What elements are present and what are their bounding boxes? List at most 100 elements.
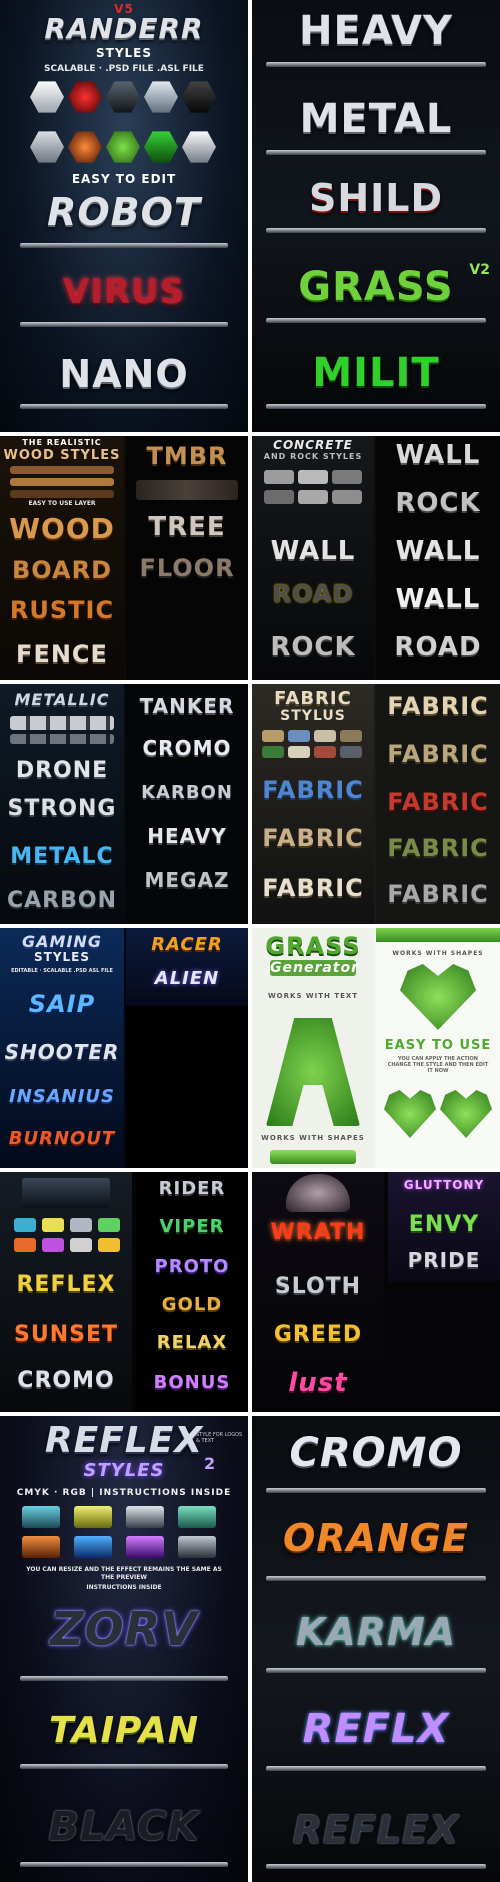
grass-right-column: WORKS WITH SHAPES EASY TO USE YOU CAN AP… xyxy=(376,928,500,1168)
wood-swatch-2 xyxy=(10,478,114,486)
reflex-big-swatch-1 xyxy=(22,1506,60,1528)
hex-style-green xyxy=(144,131,178,163)
metallic-swatch-row-2 xyxy=(10,734,114,744)
sins-right-column: GLUTTONY ENVY PRIDE xyxy=(388,1172,500,1282)
robot-ledge xyxy=(20,243,228,248)
grass-left-column: GRASS Generator WORKS WITH TEXT WORKS WI… xyxy=(252,928,374,1168)
metallic-style-megaz: MEGAZ xyxy=(144,868,230,892)
grass-heart-small-1 xyxy=(384,1090,436,1138)
concrete-style-wall-3: WALL xyxy=(395,536,481,566)
gaming-style-burnout: BURNOUT xyxy=(8,1128,116,1149)
shild-style: SHILD xyxy=(308,176,444,220)
concrete-title-line1: CONCRETE xyxy=(273,438,353,452)
fabric-title-line1: FABRIC xyxy=(274,688,352,709)
gaming-style-insanius: INSANIUS xyxy=(9,1086,115,1107)
cromo-big-style-reflex: REFLEX xyxy=(292,1808,460,1852)
wood-style-rustic: RUSTIC xyxy=(9,596,115,624)
reflex-big-swatch-5 xyxy=(22,1536,60,1558)
sins-portrait xyxy=(286,1174,350,1212)
reflex-big-instructions-2: INSTRUCTIONS INSIDE xyxy=(86,1584,162,1591)
wood-style-fence: FENCE xyxy=(16,640,108,668)
cromo-big-ledge-3 xyxy=(266,1668,486,1673)
reflex-small-style-viper: VIPER xyxy=(159,1216,225,1237)
reflex-big-swatch-8 xyxy=(178,1536,216,1558)
fabric-style-camo: FABRIC xyxy=(387,834,489,862)
concrete-style-rock-2: ROCK xyxy=(395,488,481,518)
wood-left-column: THE REALISTIC WOOD STYLES EASY TO USE LA… xyxy=(0,436,124,680)
randerr-preview: V5 RANDERR STYLES SCALABLE · .PSD FILE .… xyxy=(0,0,248,432)
reflex-big-swatch-4 xyxy=(178,1506,216,1528)
concrete-style-road-2: ROAD xyxy=(394,632,482,662)
hex-style-outline xyxy=(30,131,64,163)
reflex-small-swatch-6 xyxy=(42,1238,64,1252)
gaming-title-line2: STYLES xyxy=(33,950,90,964)
sins-style-envy: ENVY xyxy=(408,1212,480,1237)
wood-style-tmbr: TMBR xyxy=(146,442,228,470)
reflex-big-style-zorv: ZORV xyxy=(50,1602,198,1656)
grass-version-badge: V2 xyxy=(469,262,490,278)
randerr-subtitle: STYLES xyxy=(95,46,152,60)
robot-style: ROBOT xyxy=(47,190,201,234)
hex-style-steel xyxy=(144,81,178,113)
grass-style: GRASS xyxy=(298,264,454,310)
virus-style: VIRUS xyxy=(62,272,186,312)
metallic-style-drone: DRONE xyxy=(15,758,109,783)
gaming-style-saip: SAIP xyxy=(28,990,96,1018)
sins-style-pride: PRIDE xyxy=(407,1248,481,1272)
grass-heart-small-2 xyxy=(440,1090,492,1138)
wood-style-board: BOARD xyxy=(11,556,113,584)
sins-style-wrath: WRATH xyxy=(270,1220,366,1245)
hex-style-red xyxy=(68,81,102,113)
fabric-style-cream: FABRIC xyxy=(262,874,364,902)
metallic-style-karbon: KARBON xyxy=(141,782,233,803)
reflex-small-logo xyxy=(22,1178,110,1208)
fabric-swatch-4 xyxy=(340,730,362,742)
metal-ledge xyxy=(266,150,486,155)
grass-strip xyxy=(270,1150,356,1164)
concrete-style-wall: WALL xyxy=(270,536,356,566)
grass-title: GRASS xyxy=(265,932,361,960)
fabric-style-red: FABRIC xyxy=(387,788,489,816)
reflex-big-style-taipan: TAIPAN xyxy=(48,1710,200,1751)
reflex-small-swatch-2 xyxy=(42,1218,64,1232)
gaming-styles-preview: GAMING STYLES EDITABLE · SCALABLE .PSD A… xyxy=(0,928,248,1168)
metallic-styles-preview: METALLIC DRONE STRONG METALC CARBON TANK… xyxy=(0,684,248,924)
grass-subtitle: Generator xyxy=(270,960,360,976)
fabric-style-tan: FABRIC xyxy=(262,824,364,852)
shild-ledge xyxy=(266,228,486,233)
wood-title-line1: THE REALISTIC xyxy=(22,438,102,447)
cromo-big-ledge-1 xyxy=(266,1488,486,1493)
gaming-title-line1: GAMING xyxy=(22,932,102,951)
grass-easy-to-use: EASY TO USE xyxy=(384,1038,492,1053)
concrete-left-column: CONCRETE AND ROCK STYLES WALL ROAD ROCK xyxy=(252,436,374,680)
fabric-swatch-3 xyxy=(314,730,336,742)
milit-ledge xyxy=(266,404,486,409)
metal-style: METAL xyxy=(299,96,453,142)
fabric-swatch-8 xyxy=(340,746,362,758)
hex-style-dark xyxy=(106,81,140,113)
grass-works-with-shapes-2: WORKS WITH SHAPES xyxy=(392,950,484,957)
features-line: SCALABLE · .PSD FILE .ASL FILE xyxy=(44,64,204,74)
heavy-metal-preview: HEAVY METAL SHILD GRASS V2 MILIT xyxy=(252,0,500,432)
fabric-style-grey: FABRIC xyxy=(387,880,489,908)
reflex-small-swatch-8 xyxy=(98,1238,120,1252)
metallic-title: METALLIC xyxy=(14,690,110,709)
nano-ledge xyxy=(20,404,228,409)
concrete-rock-preview: CONCRETE AND ROCK STYLES WALL ROAD ROCK … xyxy=(252,436,500,680)
concrete-style-road: ROAD xyxy=(272,580,354,608)
virus-ledge xyxy=(20,322,228,327)
reflex-small-swatch-3 xyxy=(70,1218,92,1232)
fabric-swatch-1 xyxy=(262,730,284,742)
concrete-style-rock: ROCK xyxy=(270,632,356,662)
grass-ledge xyxy=(266,318,486,323)
fabric-swatch-7 xyxy=(314,746,336,758)
reflex-small-style-relax: RELAX xyxy=(156,1332,228,1353)
hex-style-grass xyxy=(106,131,140,163)
metallic-left-column: METALLIC DRONE STRONG METALC CARBON xyxy=(0,684,124,924)
sins-style-greed: GREED xyxy=(273,1322,363,1347)
cromo-big-style-reflx: REFLX xyxy=(302,1706,450,1752)
fabric-style-khaki: FABRIC xyxy=(387,740,489,768)
reflex-small-style-rider: RIDER xyxy=(158,1178,226,1199)
concrete-swatch-6 xyxy=(332,490,362,504)
metallic-style-carbon: CARBON xyxy=(7,888,117,913)
